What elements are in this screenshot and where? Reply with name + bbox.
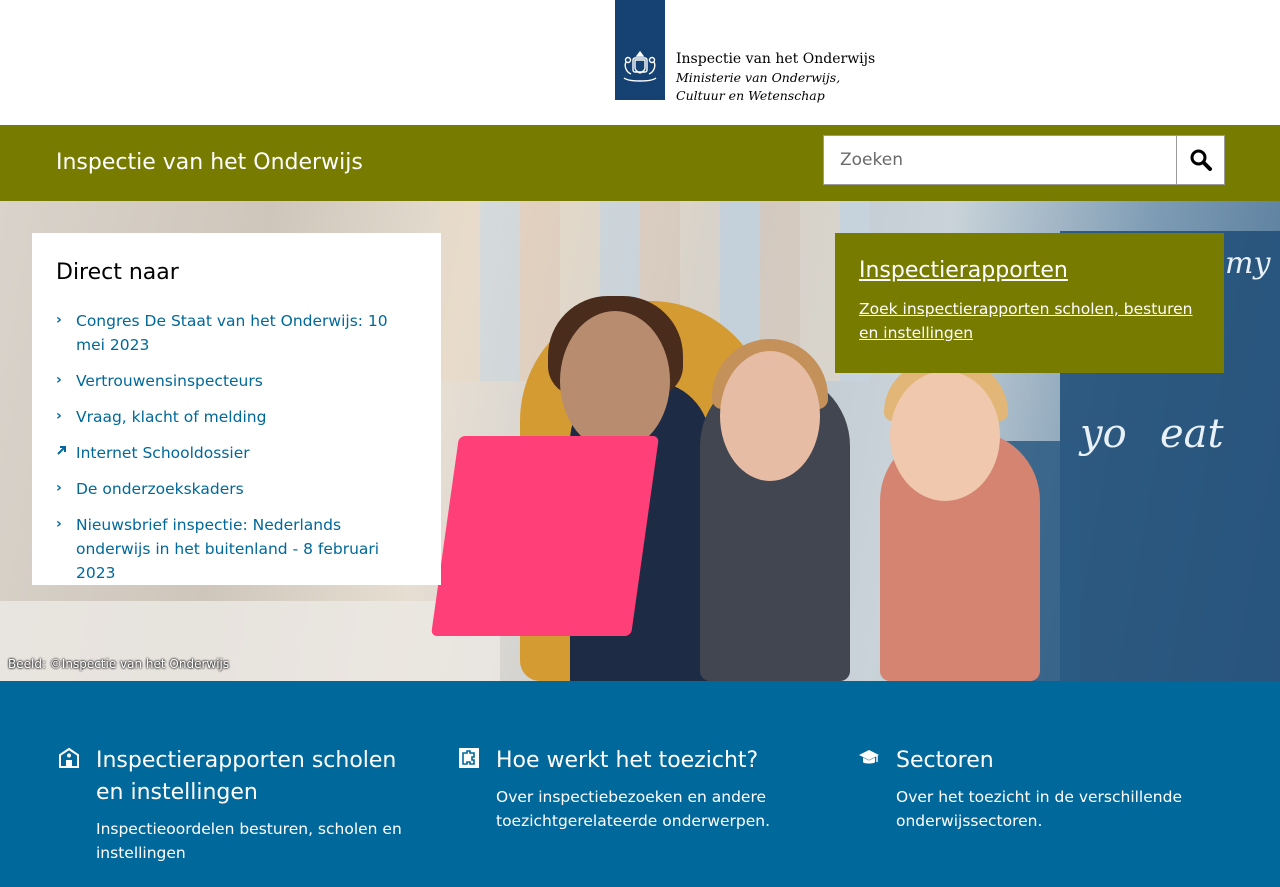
link-nieuwsbrief[interactable]: Nieuwsbrief inspectie: Nederlands onderw…	[76, 516, 379, 582]
inspectierapporten-card: Inspectierapporten Zoek inspectierapport…	[835, 233, 1224, 373]
chevron-right-icon: ›	[56, 372, 62, 388]
direct-naar-list: › Congres De Staat van het Onderwijs: 10…	[56, 309, 417, 585]
boy-face	[890, 371, 1000, 501]
search-form	[823, 135, 1225, 185]
topics-section: Inspectierapporten scholen en instelling…	[0, 681, 1280, 887]
topic-text: Over inspectiebezoeken en andere toezich…	[496, 788, 771, 830]
site-header-band: Inspectie van het Onderwijs	[0, 125, 1280, 201]
school-building-icon	[59, 747, 79, 768]
logo-ribbon[interactable]	[615, 0, 665, 100]
link-vraag-klacht[interactable]: Vraag, klacht of melding	[76, 408, 266, 426]
coat-of-arms-icon	[623, 50, 657, 82]
teacher-face	[560, 311, 670, 451]
topic-inspectierapporten: Inspectierapporten scholen en instelling…	[58, 745, 428, 865]
topic-title[interactable]: Hoe werkt het toezicht?	[496, 745, 828, 777]
search-button[interactable]	[1176, 136, 1224, 184]
image-credit: Beeld: ©Inspectie van het Onderwijs	[8, 657, 230, 671]
chevron-right-icon: ›	[56, 408, 62, 424]
logo-text: Inspectie van het Onderwijs Ministerie v…	[676, 50, 876, 105]
topic-sectoren: Sectoren Over het toezicht in de verschi…	[858, 745, 1228, 833]
topic-title[interactable]: Inspectierapporten scholen en instelling…	[96, 745, 428, 809]
topic-toezicht: Hoe werkt het toezicht? Over inspectiebe…	[458, 745, 828, 833]
link-vertrouwensinspecteurs[interactable]: Vertrouwensinspecteurs	[76, 372, 263, 390]
link-onderzoekskaders[interactable]: De onderzoekskaders	[76, 480, 244, 498]
chevron-right-icon: ›	[56, 480, 62, 496]
logo-subtitle: Ministerie van Onderwijs, Cultuur en Wet…	[676, 70, 841, 103]
board-writing: my	[1225, 246, 1271, 281]
chevron-right-icon: ›	[56, 312, 62, 328]
search-icon	[1190, 149, 1212, 171]
logo-title: Inspectie van het Onderwijs	[676, 51, 876, 67]
inspectierapporten-title[interactable]: Inspectierapporten	[859, 257, 1200, 285]
list-item: Internet Schooldossier	[56, 441, 417, 465]
board-writing: eat	[1160, 411, 1224, 457]
direct-naar-card: Direct naar › Congres De Staat van het O…	[32, 233, 441, 585]
pink-laptop	[430, 436, 660, 636]
inspectierapporten-link[interactable]: Zoek inspectierapporten scholen, besture…	[859, 297, 1200, 345]
list-item: › Vertrouwensinspecteurs	[56, 369, 417, 393]
link-internet-schooldossier[interactable]: Internet Schooldossier	[76, 444, 250, 462]
site-name[interactable]: Inspectie van het Onderwijs	[56, 149, 363, 177]
topic-title[interactable]: Sectoren	[896, 745, 1228, 777]
link-congres[interactable]: Congres De Staat van het Onderwijs: 10 m…	[76, 312, 388, 354]
external-link-icon	[56, 445, 68, 459]
search-input[interactable]	[824, 136, 1176, 184]
graduation-cap-icon	[859, 750, 879, 764]
list-item: › De onderzoekskaders	[56, 477, 417, 501]
direct-naar-title: Direct naar	[56, 260, 179, 285]
list-item: › Congres De Staat van het Onderwijs: 10…	[56, 309, 417, 357]
logo-bar: Inspectie van het Onderwijs Ministerie v…	[0, 0, 1280, 125]
puzzle-icon	[459, 748, 479, 768]
topic-text: Inspectieoordelen besturen, scholen en i…	[96, 820, 402, 862]
girl-face	[720, 351, 820, 481]
list-item: › Nieuwsbrief inspectie: Nederlands onde…	[56, 513, 417, 585]
list-item: › Vraag, klacht of melding	[56, 405, 417, 429]
board-writing: yo	[1080, 411, 1127, 457]
chevron-right-icon: ›	[56, 516, 62, 532]
topic-text: Over het toezicht in de verschillende on…	[896, 788, 1182, 830]
